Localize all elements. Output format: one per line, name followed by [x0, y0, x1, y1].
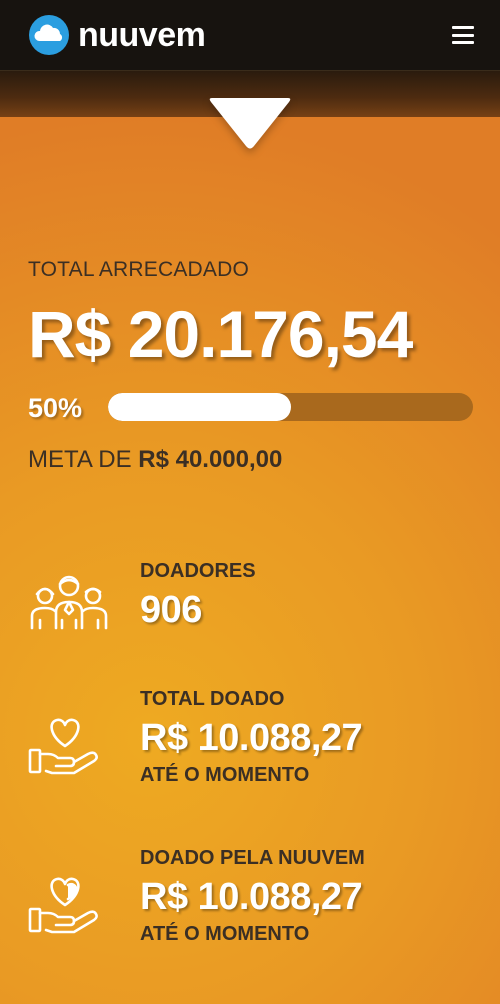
stat-donors-text: DOADORES 906 [140, 560, 256, 632]
hamburger-menu-icon[interactable] [452, 26, 474, 44]
stat-value: 906 [140, 589, 202, 631]
total-raised-label: TOTAL ARRECADADO [28, 258, 250, 281]
stat-donated-by-nuuvem-text: DOADO PELA NUUVEM R$ 10.088,27 ATÉ O MOM… [140, 847, 365, 946]
stat-total-donated-text: TOTAL DOADO R$ 10.088,27 ATÉ O MOMENTO [140, 688, 363, 787]
top-navbar: nuuvem [0, 0, 500, 70]
stat-subtext: ATÉ O MOMENTO [140, 923, 310, 945]
total-raised-value: R$ 20.176,54 [28, 297, 413, 371]
heart-gift-hand-icon [28, 877, 98, 934]
nuuvem-logo[interactable]: nuuvem [28, 14, 206, 56]
progress-percent: 50% [28, 393, 83, 423]
goal-prefix: META DE [28, 446, 139, 473]
goal-text: META DE R$ 40.000,00 [28, 446, 282, 474]
goal-value: R$ 40.000,00 [138, 446, 283, 473]
logo-text: nuuvem [78, 16, 206, 54]
progress-row: 50% [28, 392, 474, 424]
stat-label: DOADORES [140, 560, 256, 582]
stat-label: TOTAL DOADO [140, 688, 285, 710]
stat-subtext: ATÉ O MOMENTO [140, 764, 310, 786]
cloud-icon [29, 15, 69, 55]
stat-value: R$ 10.088,27 [140, 717, 363, 759]
stat-label: DOADO PELA NUUVEM [140, 847, 365, 869]
donors-group-icon [30, 575, 108, 630]
heart-in-hand-icon [28, 718, 98, 775]
arrow-down-icon[interactable] [208, 96, 292, 152]
progress-bar-fill [108, 393, 291, 421]
stat-value: R$ 10.088,27 [140, 876, 363, 918]
progress-bar [108, 393, 473, 421]
